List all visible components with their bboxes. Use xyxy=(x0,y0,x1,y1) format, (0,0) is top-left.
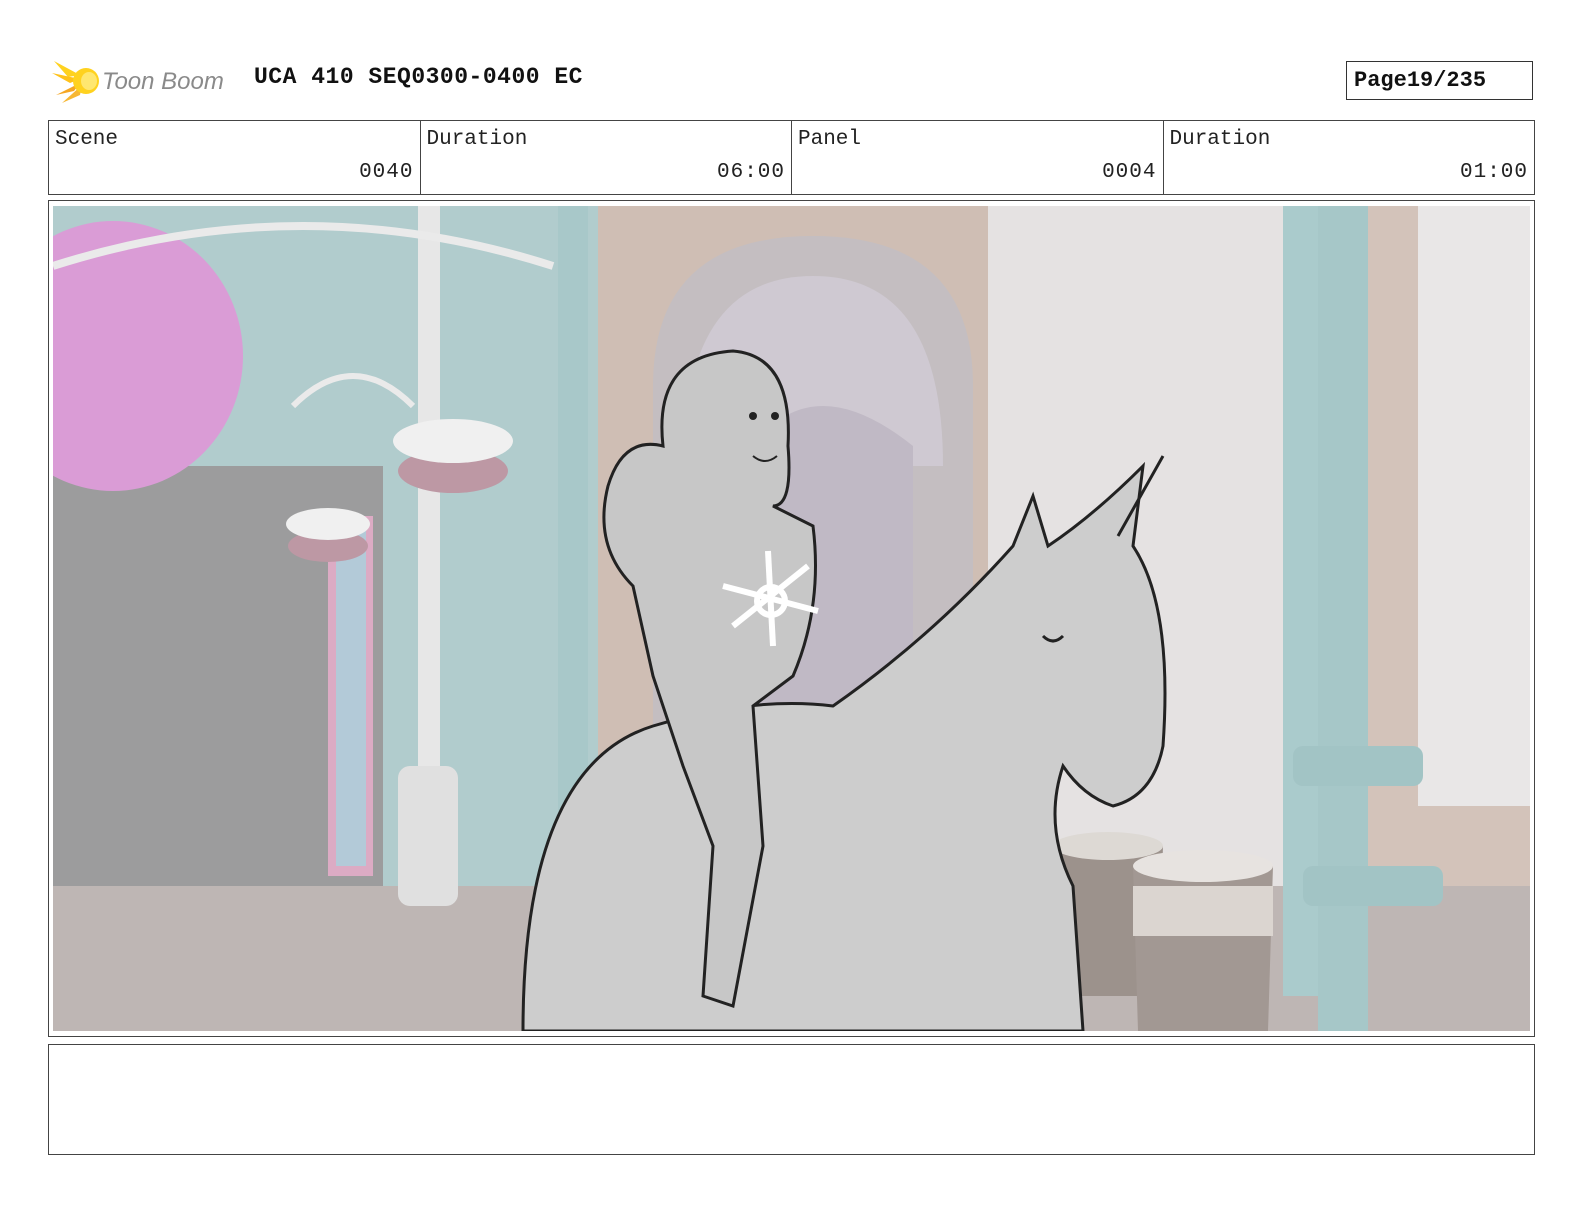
panel-frame xyxy=(48,200,1535,1037)
panel-duration-label: Duration xyxy=(1169,128,1271,151)
panel-cell: Panel 0004 xyxy=(792,121,1164,194)
toon-boom-logo: Toon Boom xyxy=(52,61,224,103)
logo-text: Toon Boom xyxy=(102,68,224,95)
panel-notes-box xyxy=(48,1044,1535,1155)
page-number: 19/235 xyxy=(1406,68,1487,93)
panel-label: Panel xyxy=(798,128,862,151)
toon-boom-logo-icon xyxy=(52,61,99,103)
panel-value: 0004 xyxy=(1102,161,1157,184)
panel-duration-cell: Duration 01:00 xyxy=(1164,121,1535,194)
page-indicator: Page 19/235 xyxy=(1346,61,1533,100)
scene-cell: Scene 0040 xyxy=(49,121,421,194)
panel-duration-value: 01:00 xyxy=(1459,161,1528,184)
page-label: Page xyxy=(1354,68,1407,93)
scene-duration-value: 06:00 xyxy=(716,161,785,184)
storyboard-sketch-image xyxy=(53,206,1530,1031)
scene-duration-cell: Duration 06:00 xyxy=(421,121,792,194)
scene-info-row: Scene 0040 Duration 06:00 Panel 0004 Dur… xyxy=(48,120,1535,195)
scene-label: Scene xyxy=(55,128,119,151)
scene-value: 0040 xyxy=(359,161,414,184)
document-title: UCA 410 SEQ0300-0400 EC xyxy=(254,64,583,90)
scene-duration-label: Duration xyxy=(426,128,528,151)
